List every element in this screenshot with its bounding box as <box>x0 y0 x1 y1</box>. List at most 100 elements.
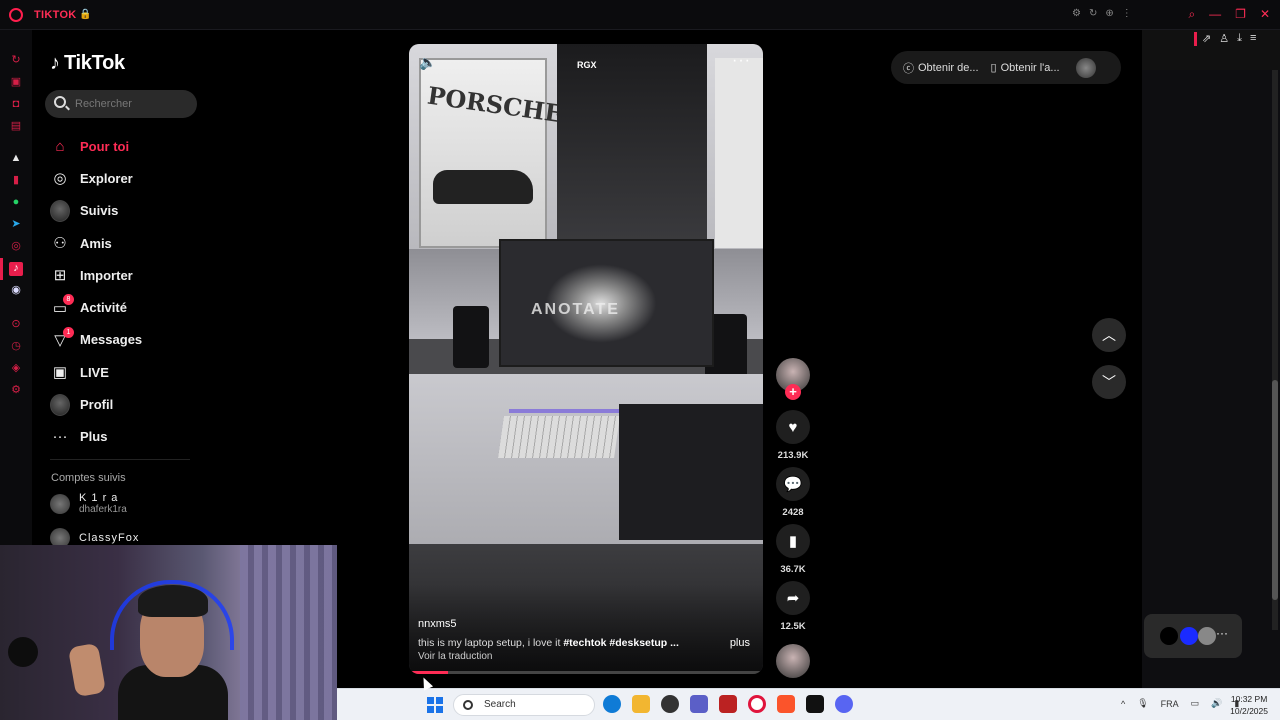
share-action: ➦ 12.5K <box>776 581 810 632</box>
video-frame-poster <box>715 58 763 248</box>
browser-right-panel: ⇗ ♙ ⤓ ≡ ··· <box>1142 30 1280 688</box>
player-icon[interactable]: ⊙ <box>10 318 22 330</box>
video-watermark: RGX <box>577 60 597 70</box>
video-hashtags[interactable]: #techtok #desksetup ... <box>563 637 679 649</box>
sidebar-item-explorer[interactable]: ◎ Explorer <box>50 162 210 194</box>
get-coins-button[interactable]: ⓒ Obtenir de... <box>903 60 979 76</box>
search-icon[interactable]: ⌕ <box>1188 7 1195 22</box>
tab-title[interactable]: TIKTOK <box>34 9 77 21</box>
app-icon[interactable] <box>806 695 824 713</box>
sidebar-item-amis[interactable]: ⚇ Amis <box>50 227 210 259</box>
sidebar-item-importer[interactable]: ⊞ Importer <box>50 259 210 291</box>
get-app-button[interactable]: ▯ Obtenir l'a... <box>991 61 1060 75</box>
volume-icon[interactable]: 🔊 <box>1211 698 1222 709</box>
window-controls: ⌕ — ❐ ✕ <box>1188 7 1270 22</box>
whatsapp-icon[interactable]: ● <box>10 196 22 208</box>
minimize-icon[interactable]: — <box>1209 7 1221 22</box>
taskbar-clock[interactable]: 10:32 PM 10/2/2025 <box>1230 693 1268 717</box>
video-frame-deskmat <box>619 404 763 540</box>
twitch-icon[interactable]: ▮ <box>10 174 22 186</box>
extension-icon-1[interactable] <box>1160 627 1178 645</box>
file-explorer-icon[interactable] <box>632 695 650 713</box>
sound-avatar[interactable] <box>776 644 810 678</box>
arc-icon[interactable]: ▲ <box>10 152 22 164</box>
chevron-up-icon[interactable]: ^ <box>1121 699 1125 709</box>
tiktok-logo[interactable]: ♪ TikTok <box>50 52 125 75</box>
reload-icon[interactable]: ↻ <box>1089 8 1097 19</box>
extensions-icon[interactable]: ◈ <box>10 362 22 374</box>
menu-dots-icon[interactable]: ⋮ <box>1122 8 1132 19</box>
edge-icon[interactable] <box>603 695 621 713</box>
more-extensions-icon[interactable]: ··· <box>1216 626 1228 640</box>
video-frame-keyboard <box>498 416 620 458</box>
history-icon[interactable]: ◷ <box>10 340 22 352</box>
restore-icon[interactable]: ❐ <box>1235 7 1246 22</box>
bookmark-icon[interactable]: ▮ <box>776 524 810 558</box>
comment-icon[interactable]: 💬 <box>776 467 810 501</box>
menu-icon[interactable]: ≡ <box>1250 32 1256 45</box>
user-avatar[interactable] <box>1075 57 1096 78</box>
video-progress-bar[interactable] <box>409 671 763 674</box>
volume-icon[interactable]: 🔈 <box>419 54 436 71</box>
follow-plus-icon[interactable]: + <box>785 384 801 400</box>
windows-start-icon[interactable] <box>427 697 443 713</box>
next-video-button[interactable]: ﹀ <box>1092 365 1126 399</box>
scrollbar-thumb[interactable] <box>1272 380 1278 600</box>
sidebar-item-suivis[interactable]: Suivis <box>50 195 210 227</box>
sidebar-item-live[interactable]: ▣ LIVE <box>50 356 210 388</box>
sidebar-item-label: Suivis <box>80 203 119 219</box>
sidebar-item-activite[interactable]: ▭ 8 Activité <box>50 291 210 323</box>
extension-icon-2[interactable] <box>1180 627 1198 645</box>
notification-badge: 8 <box>63 294 74 306</box>
toolbar-accent <box>1194 32 1197 46</box>
language-indicator[interactable]: FRA <box>1161 699 1179 709</box>
sidebar-item-profil[interactable]: Profil <box>50 388 210 420</box>
bag-icon[interactable]: ▣ <box>10 76 22 88</box>
download-icon[interactable]: ⤓ <box>1237 32 1242 45</box>
teams-icon[interactable] <box>690 695 708 713</box>
share-icon[interactable]: ➦ <box>776 581 810 615</box>
taskbar-search[interactable]: Search <box>453 694 595 716</box>
upload-icon: ⊞ <box>53 267 67 285</box>
instagram-icon[interactable]: ◎ <box>10 240 22 252</box>
show-more-link[interactable]: plus <box>730 637 750 649</box>
save-count: 36.7K <box>780 564 806 575</box>
account-icon[interactable]: ♙ <box>1219 32 1229 45</box>
extension-icon-3[interactable] <box>1198 627 1216 645</box>
sidebar-item-pour-toi[interactable]: ⌂ Pour toi <box>50 130 210 162</box>
video-player[interactable]: PORSCHE ANOTATE 🔈 RGX ··· nnxms5 this is… <box>409 44 763 674</box>
tiktok-icon[interactable]: ♪ <box>9 262 23 276</box>
search-icon <box>463 700 473 710</box>
sidebar-item-messages[interactable]: ▽ 1 Messages <box>50 324 210 356</box>
telegram-icon[interactable]: ➤ <box>10 218 22 230</box>
search-input[interactable]: Rechercher <box>45 90 197 118</box>
opera-logo-icon[interactable] <box>9 8 23 22</box>
heart-icon[interactable]: ♥ <box>776 410 810 444</box>
discord-icon[interactable] <box>835 695 853 713</box>
sidebar-item-label: Amis <box>80 235 112 251</box>
refresh-icon[interactable]: ↻ <box>10 54 22 66</box>
gear-icon[interactable]: ⚙ <box>10 384 22 396</box>
network-icon[interactable]: ▭ <box>1191 698 1200 709</box>
translate-link[interactable]: Voir la traduction <box>418 651 493 662</box>
share-icon[interactable]: ⇗ <box>1202 32 1211 45</box>
creator-avatar[interactable]: + <box>776 358 810 400</box>
messenger-icon[interactable]: ◘ <box>10 98 22 110</box>
app-icon[interactable] <box>719 695 737 713</box>
pin-icon[interactable]: ⊕ <box>1105 8 1113 19</box>
brave-icon[interactable] <box>777 695 795 713</box>
settings-icon[interactable]: ⚙ <box>1072 8 1081 19</box>
like-action: ♥ 213.9K <box>776 410 810 461</box>
obs-icon[interactable] <box>661 695 679 713</box>
previous-video-button[interactable]: ︿ <box>1092 318 1126 352</box>
microphone-icon[interactable]: 🎙 <box>1137 698 1148 709</box>
discord-icon[interactable]: ◉ <box>10 284 22 296</box>
mail-icon[interactable]: ▤ <box>10 120 22 132</box>
opera-icon[interactable] <box>748 695 766 713</box>
sidebar-item-plus[interactable]: ··· Plus <box>50 421 210 453</box>
more-options-icon[interactable]: ··· <box>732 52 751 70</box>
scrollbar[interactable] <box>1272 70 1278 630</box>
following-account[interactable]: K 1 r a dhaferk1ra <box>50 492 127 515</box>
close-icon[interactable]: ✕ <box>1260 7 1270 22</box>
video-author[interactable]: nnxms5 <box>418 618 457 630</box>
